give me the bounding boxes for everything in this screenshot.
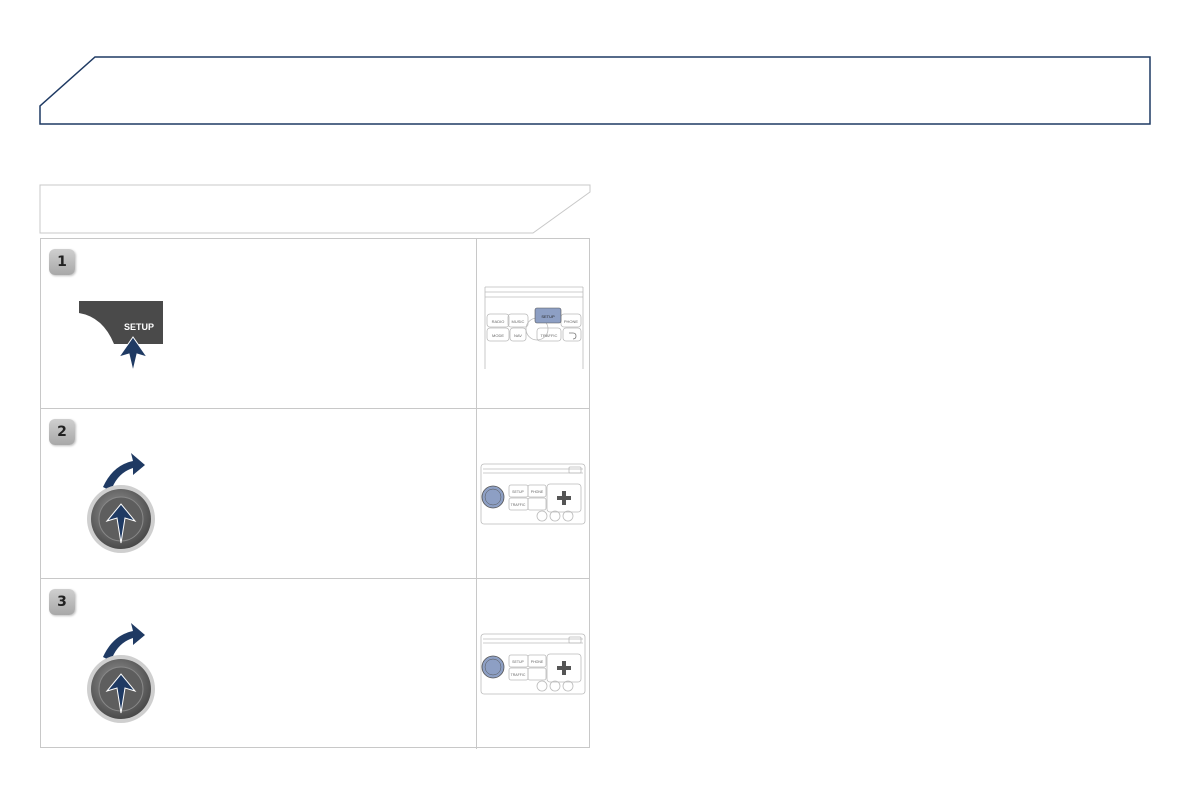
panel-label-music: MUSIC (512, 319, 525, 324)
setup-button-icon: SETUP (79, 301, 163, 344)
back-icon (569, 332, 577, 340)
header-banner (39, 56, 1151, 125)
setup-button-label: SETUP (124, 322, 154, 332)
front-panel-thumbnail-3: SETUP PHONE TRAFFIC (480, 633, 586, 695)
panel-label-radio: RADIO (492, 319, 505, 324)
steps-panel: 1 SETUP RADIO MUSIC SETUP PHONE MODE NAV… (40, 238, 590, 749)
front-panel-thumbnail-1: RADIO MUSIC SETUP PHONE MODE NAV TRAFFIC (484, 286, 584, 369)
panel-label-phone: PHONE (564, 319, 579, 324)
panel-label-phone: PHONE (531, 490, 544, 494)
step-1: 1 SETUP RADIO MUSIC SETUP PHONE MODE NAV… (41, 239, 589, 409)
panel-label-setup: SETUP (541, 314, 555, 319)
front-panel-thumbnail-2: SETUP PHONE TRAFFIC (480, 463, 586, 525)
panel-label-setup: SETUP (512, 490, 524, 494)
panel-label-mode: MODE (492, 333, 504, 338)
panel-label-phone: PHONE (531, 660, 544, 664)
rotary-knob-illustration (87, 453, 155, 553)
step-2: 2 SETUP PHONE TRAFFIC (41, 409, 589, 579)
panel-label-traffic: TRAFFIC (511, 503, 526, 507)
step-3: 3 SETUP PHONE TRAFFIC (41, 579, 589, 749)
panel-label-traffic: TRAFFIC (511, 673, 526, 677)
section-tab (39, 184, 591, 234)
panel-label-traffic: TRAFFIC (541, 333, 558, 338)
panel-label-nav: NAV (514, 333, 522, 338)
rotary-knob-illustration (87, 623, 155, 723)
panel-label-setup: SETUP (512, 660, 524, 664)
setup-button-illustration: SETUP (79, 301, 163, 372)
